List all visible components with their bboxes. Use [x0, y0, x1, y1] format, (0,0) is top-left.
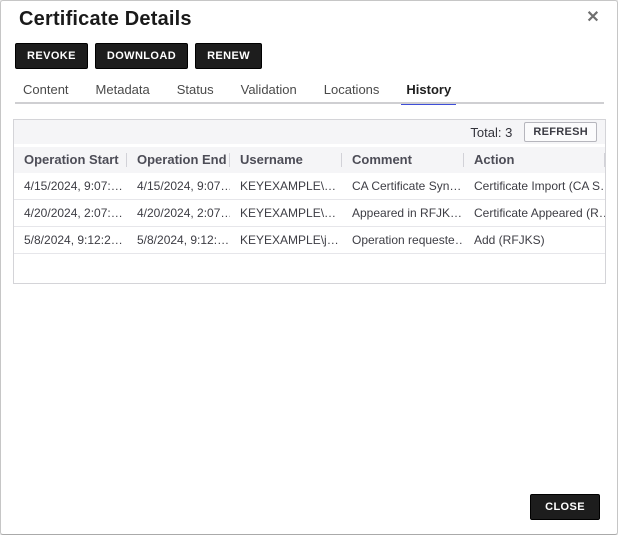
tab-metadata[interactable]: Metadata	[96, 82, 150, 104]
table-header-row: Operation Start Operation End Username C…	[14, 147, 605, 173]
table-row[interactable]: 4/15/2024, 9:07:… 4/15/2024, 9:07… KEYEX…	[14, 173, 605, 200]
cell-operation-end: 4/15/2024, 9:07…	[127, 173, 230, 199]
tab-validation[interactable]: Validation	[241, 82, 297, 104]
cell-action: Add (RFJKS)	[464, 227, 605, 253]
table-toolbar: Total: 3 REFRESH	[14, 120, 605, 147]
download-button[interactable]: DOWNLOAD	[95, 43, 188, 69]
total-count: Total: 3	[470, 125, 512, 140]
cell-operation-end: 5/8/2024, 9:12:…	[127, 227, 230, 253]
table-row[interactable]: 5/8/2024, 9:12:2… 5/8/2024, 9:12:… KEYEX…	[14, 227, 605, 254]
tab-status[interactable]: Status	[177, 82, 214, 104]
column-header-comment[interactable]: Comment	[342, 147, 464, 173]
cell-username: KEYEXAMPLE\j…	[230, 227, 342, 253]
revoke-button[interactable]: REVOKE	[15, 43, 88, 69]
column-header-operation-end[interactable]: Operation End	[127, 147, 230, 173]
cell-operation-end: 4/20/2024, 2:07…	[127, 200, 230, 226]
cell-operation-start: 4/20/2024, 2:07:…	[14, 200, 127, 226]
tab-locations[interactable]: Locations	[324, 82, 380, 104]
tab-bar: Content Metadata Status Validation Locat…	[23, 82, 451, 104]
cell-comment: CA Certificate Syn…	[342, 173, 464, 199]
renew-button[interactable]: RENEW	[195, 43, 262, 69]
close-icon[interactable]: ✕	[582, 7, 604, 29]
tab-bar-divider	[15, 102, 604, 104]
action-button-row: REVOKE DOWNLOAD RENEW	[15, 43, 262, 69]
table-row[interactable]: 4/20/2024, 2:07:… 4/20/2024, 2:07… KEYEX…	[14, 200, 605, 227]
column-header-username[interactable]: Username	[230, 147, 342, 173]
cell-operation-start: 4/15/2024, 9:07:…	[14, 173, 127, 199]
certificate-details-dialog: Certificate Details ✕ REVOKE DOWNLOAD RE…	[0, 0, 618, 535]
cell-operation-start: 5/8/2024, 9:12:2…	[14, 227, 127, 253]
close-button[interactable]: CLOSE	[530, 494, 600, 520]
tab-content[interactable]: Content	[23, 82, 69, 104]
cell-comment: Operation requeste…	[342, 227, 464, 253]
history-table: Total: 3 REFRESH Operation Start Operati…	[13, 119, 606, 284]
refresh-button[interactable]: REFRESH	[524, 122, 597, 142]
table-empty-filler	[14, 254, 605, 280]
cell-action: Certificate Appeared (R…	[464, 200, 605, 226]
column-header-operation-start[interactable]: Operation Start	[14, 147, 127, 173]
column-header-action[interactable]: Action	[464, 147, 605, 173]
cell-username: KEYEXAMPLE\…	[230, 173, 342, 199]
cell-action: Certificate Import (CA S…	[464, 173, 605, 199]
tab-history[interactable]: History	[406, 82, 451, 104]
cell-username: KEYEXAMPLE\…	[230, 200, 342, 226]
cell-comment: Appeared in RFJK…	[342, 200, 464, 226]
page-title: Certificate Details	[19, 8, 192, 31]
